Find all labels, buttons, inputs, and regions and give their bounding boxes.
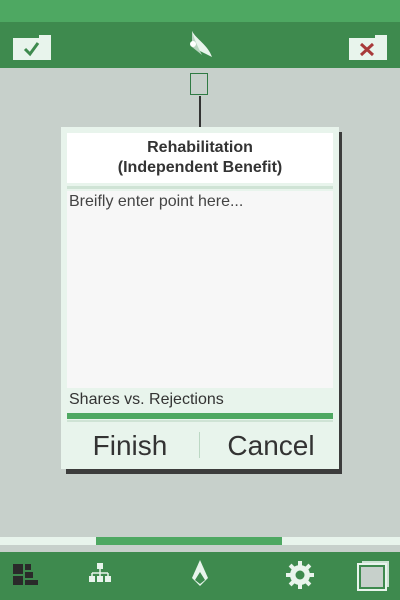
connector-line (199, 96, 201, 128)
home-logo-button[interactable] (188, 558, 212, 595)
divider (67, 186, 333, 189)
connector-node[interactable] (190, 73, 208, 95)
progress-track (0, 537, 400, 545)
button-divider (199, 432, 200, 458)
accept-folder-button[interactable] (13, 35, 51, 60)
status-strip (0, 0, 400, 22)
hierarchy-button[interactable] (88, 560, 112, 591)
divider (67, 420, 333, 422)
cards-button[interactable] (356, 560, 390, 597)
stacked-cards-icon (357, 561, 389, 591)
x-folder-icon (349, 35, 387, 60)
progress-fill (96, 537, 282, 545)
dialog-title: Rehabilitation (Independent Benefit) (67, 133, 333, 183)
shares-vs-rejections-bar (67, 413, 333, 419)
reject-folder-button[interactable] (349, 35, 387, 60)
gear-icon (286, 561, 314, 589)
point-entry-dialog: Rehabilitation (Independent Benefit) Bre… (61, 127, 339, 469)
finish-button[interactable]: Finish (71, 427, 189, 465)
grid-map-button[interactable] (12, 560, 40, 593)
settings-button[interactable] (285, 560, 315, 595)
cancel-button[interactable]: Cancel (211, 427, 331, 465)
bird-logo-icon (192, 560, 208, 586)
shares-vs-rejections-label: Shares vs. Rejections (69, 391, 224, 408)
bird-logo-icon (186, 29, 216, 61)
hierarchy-icon (89, 563, 111, 582)
checkmark-folder-icon (13, 35, 51, 60)
grid-map-icon (13, 564, 38, 585)
point-input[interactable]: Breifly enter point here... (67, 191, 333, 388)
